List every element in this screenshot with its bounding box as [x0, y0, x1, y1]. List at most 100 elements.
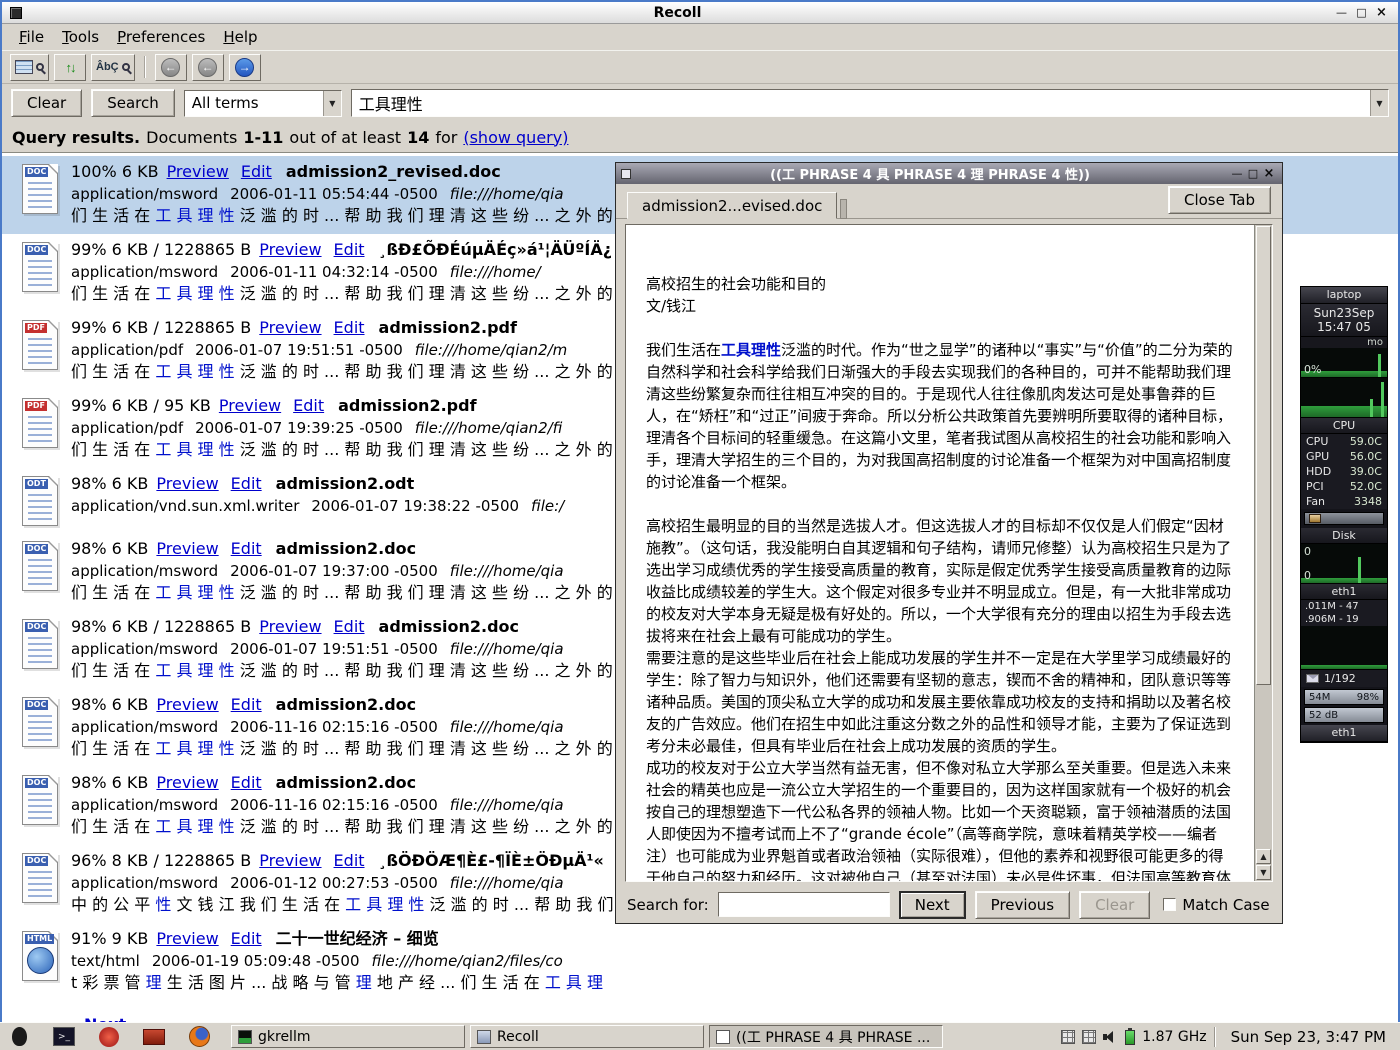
find-input[interactable] — [718, 892, 890, 917]
query-details-button[interactable] — [10, 54, 49, 81]
page-prev-button[interactable]: ← — [192, 54, 224, 81]
result-row[interactable]: HTML91% 9 KBPreviewEdit二十一世纪经济 – 细览text/… — [2, 923, 1398, 1001]
edit-link[interactable]: Edit — [231, 539, 262, 558]
toolbar-separator — [144, 56, 146, 78]
preview-link[interactable]: Preview — [259, 617, 321, 636]
memory-meter[interactable]: 54M 98% — [1304, 689, 1384, 705]
minimize-icon[interactable]: — — [1333, 5, 1350, 20]
sort-order-button[interactable]: ↑↓ — [54, 54, 86, 81]
preview-link[interactable]: Preview — [156, 929, 218, 948]
taskbar-item-preview[interactable]: ((工 PHRASE 4 具 PHRASE ... — [709, 1025, 943, 1048]
footprint-icon — [12, 1027, 27, 1046]
search-button[interactable]: Search — [91, 89, 175, 117]
find-next-button[interactable]: Next — [899, 891, 966, 919]
query-combo[interactable]: ▼ — [351, 89, 1389, 117]
term-explorer-button[interactable]: ÂbÇ — [91, 54, 135, 81]
find-label: Search for: — [627, 896, 709, 914]
maximize-icon[interactable]: □ — [1353, 5, 1370, 20]
match-case-option[interactable]: Match Case — [1163, 896, 1269, 914]
cpu-frequency: 1.87 GHz — [1142, 1029, 1206, 1045]
preview-text-area[interactable]: 高校招生的社会功能和目的文/钱江 我们生活在工具理性泛滥的时代。作为“世之显学”… — [625, 224, 1273, 882]
preview-link[interactable]: Preview — [219, 396, 281, 415]
edit-link[interactable]: Edit — [241, 162, 272, 181]
edit-link[interactable]: Edit — [231, 695, 262, 714]
window-title: Recoll — [22, 5, 1333, 21]
find-clear-button[interactable]: Clear — [1079, 891, 1150, 919]
preview-link[interactable]: Preview — [156, 539, 218, 558]
file-icon: DOC — [9, 772, 71, 838]
volume-meter[interactable]: 52 dB — [1304, 707, 1384, 723]
gkrellm-footer: eth1 — [1301, 725, 1387, 742]
preview-link[interactable]: Preview — [156, 474, 218, 493]
preview-link[interactable]: Preview — [167, 162, 229, 181]
edit-link[interactable]: Edit — [231, 773, 262, 792]
preview-paragraph: 需要注意的是这些毕业后在社会上能成功发展的学生并不一定是在大学里学习成绩最好的学… — [646, 647, 1238, 757]
search-input[interactable] — [352, 94, 1370, 113]
preview-link[interactable]: Preview — [259, 318, 321, 337]
preview-link[interactable]: Preview — [156, 695, 218, 714]
results-summary-text: Documents — [146, 128, 237, 147]
edit-link[interactable]: Edit — [334, 240, 365, 259]
doc-file-icon: DOC — [22, 853, 58, 903]
maximize-icon[interactable]: □ — [1245, 166, 1261, 181]
menu-tools[interactable]: Tools — [53, 26, 108, 48]
preview-app-icon[interactable] — [621, 169, 631, 179]
chevron-down-icon[interactable]: ▼ — [323, 91, 341, 116]
edit-link[interactable]: Edit — [231, 929, 262, 948]
package-launcher[interactable] — [141, 1025, 167, 1049]
preview-link[interactable]: Preview — [259, 851, 321, 870]
recoll-titlebar[interactable]: Recoll — □ × — [2, 2, 1398, 24]
search-mode-select[interactable]: All terms ▼ — [184, 90, 342, 117]
edit-link[interactable]: Edit — [334, 318, 365, 337]
preview-link[interactable]: Preview — [156, 773, 218, 792]
tray-grid-icon[interactable] — [1082, 1030, 1096, 1044]
result-url: file:///home/qia — [450, 796, 564, 814]
doc-file-icon: DOC — [22, 619, 58, 669]
scroll-up-icon[interactable]: ▲ — [1256, 849, 1271, 864]
back-arrow-icon: ← — [198, 58, 217, 77]
minimize-icon[interactable]: — — [1229, 166, 1245, 181]
preview-paragraph: 高校招生的社会功能和目的 — [646, 273, 1238, 295]
chevron-down-icon[interactable]: ▼ — [1370, 90, 1388, 116]
result-date: 2006-01-11 04:32:14 -0500 — [230, 263, 438, 281]
close-tab-button[interactable]: Close Tab — [1168, 186, 1271, 214]
scrollbar-thumb[interactable] — [1256, 226, 1271, 685]
close-icon[interactable]: × — [1373, 5, 1390, 20]
terminal-launcher[interactable]: >_ — [51, 1025, 77, 1049]
result-url: file:///home/qia — [450, 718, 564, 736]
edit-link[interactable]: Edit — [231, 474, 262, 493]
scroll-down-icon[interactable]: ▼ — [1256, 865, 1271, 880]
recoll-app-icon[interactable] — [10, 7, 22, 19]
media-launcher[interactable] — [96, 1025, 122, 1049]
page-first-button[interactable]: ← — [155, 54, 187, 81]
show-desktop-launcher[interactable] — [6, 1025, 32, 1049]
file-type-label: DOC — [25, 778, 48, 788]
tray-grid-icon[interactable] — [1061, 1030, 1075, 1044]
find-previous-button[interactable]: Previous — [975, 891, 1070, 919]
menu-file[interactable]: File — [10, 26, 53, 48]
results-range: 1-11 — [243, 128, 283, 147]
preview-scrollbar[interactable]: ▲ ▼ — [1254, 225, 1272, 881]
show-query-link[interactable]: (show query) — [463, 128, 568, 147]
battery-icon[interactable] — [1125, 1030, 1135, 1045]
clear-button[interactable]: Clear — [11, 89, 82, 117]
menu-preferences[interactable]: Preferences — [108, 26, 214, 48]
taskbar-item-gkrellm[interactable]: gkrellm — [231, 1025, 465, 1048]
edit-link[interactable]: Edit — [334, 617, 365, 636]
preview-tab[interactable]: admission2...evised.doc — [627, 192, 837, 219]
close-icon[interactable]: × — [1261, 166, 1277, 181]
desktop: Recoll — □ × File Tools Preferences Help… — [0, 0, 1400, 1050]
next-page-link[interactable]: Next — [84, 1015, 126, 1022]
taskbar-item-recoll[interactable]: Recoll — [470, 1025, 704, 1048]
preview-link[interactable]: Preview — [259, 240, 321, 259]
tab-handle[interactable] — [840, 199, 847, 219]
volume-icon[interactable] — [1103, 1030, 1118, 1043]
preview-titlebar[interactable]: ((工 PHRASE 4 具 PHRASE 4 理 PHRASE 4 性)) —… — [616, 163, 1282, 184]
edit-link[interactable]: Edit — [293, 396, 324, 415]
checkbox-icon[interactable] — [1163, 898, 1176, 911]
page-next-button[interactable]: → — [229, 54, 261, 81]
browser-launcher[interactable] — [186, 1025, 212, 1049]
edit-link[interactable]: Edit — [334, 851, 365, 870]
table-icon — [15, 60, 33, 74]
menu-help[interactable]: Help — [214, 26, 266, 48]
